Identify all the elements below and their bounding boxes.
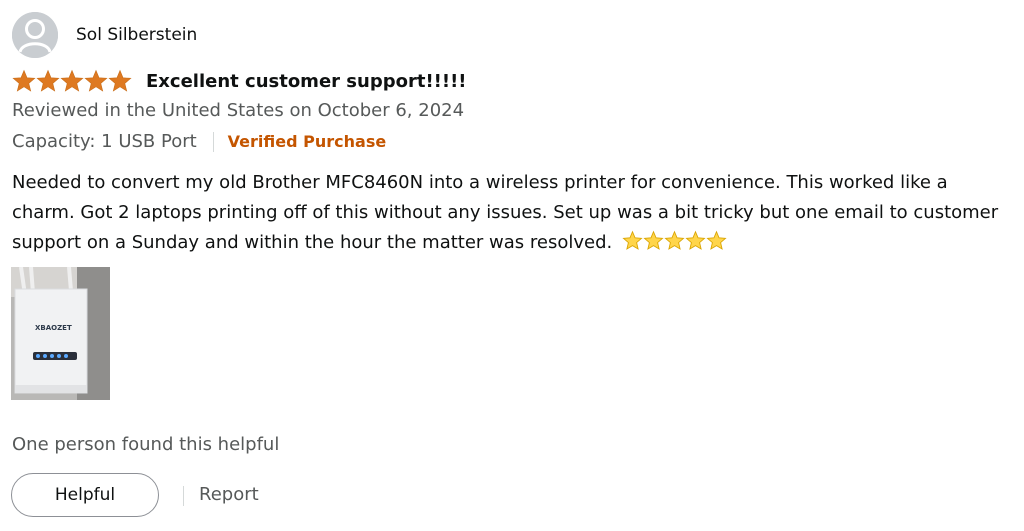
star-icon (60, 69, 84, 92)
reviewer-name[interactable]: Sol Silberstein (76, 25, 197, 45)
review-text: Needed to convert my old Brother MFC8460… (12, 172, 999, 253)
star-icon (108, 69, 132, 92)
star-emoji-icon (622, 230, 643, 250)
star-emoji-group (622, 230, 727, 251)
star-emoji-icon (706, 230, 727, 250)
helpful-count: One person found this helpful (12, 434, 280, 455)
helpful-button[interactable]: Helpful (11, 473, 159, 517)
star-emoji-icon (643, 230, 664, 250)
divider (212, 131, 214, 152)
report-link[interactable]: Report (199, 484, 259, 505)
divider (183, 486, 184, 506)
product-variant[interactable]: Capacity: 1 USB Port (12, 131, 197, 152)
device-brand-text: XBAOZET (35, 324, 72, 332)
star-rating[interactable] (12, 69, 132, 93)
review-body: Needed to convert my old Brother MFC8460… (12, 168, 1012, 258)
review-title-row: Excellent customer support!!!!! (12, 68, 466, 94)
review-image-thumbnail[interactable]: XBAOZET (11, 267, 110, 400)
variant-row: Capacity: 1 USB Port Verified Purchase (12, 131, 386, 152)
star-icon (36, 69, 60, 92)
review-date: Reviewed in the United States on October… (12, 100, 465, 121)
star-icon (12, 69, 36, 92)
customer-review: Sol Silberstein Excellent customer suppo… (0, 0, 1024, 531)
verified-purchase-badge: Verified Purchase (227, 132, 387, 151)
reviewer-profile[interactable]: Sol Silberstein (12, 12, 197, 58)
review-title[interactable]: Excellent customer support!!!!! (146, 71, 466, 92)
star-emoji-icon (664, 230, 685, 250)
star-emoji-icon (685, 230, 706, 250)
default-user-avatar-icon (12, 12, 58, 58)
star-icon (84, 69, 108, 92)
